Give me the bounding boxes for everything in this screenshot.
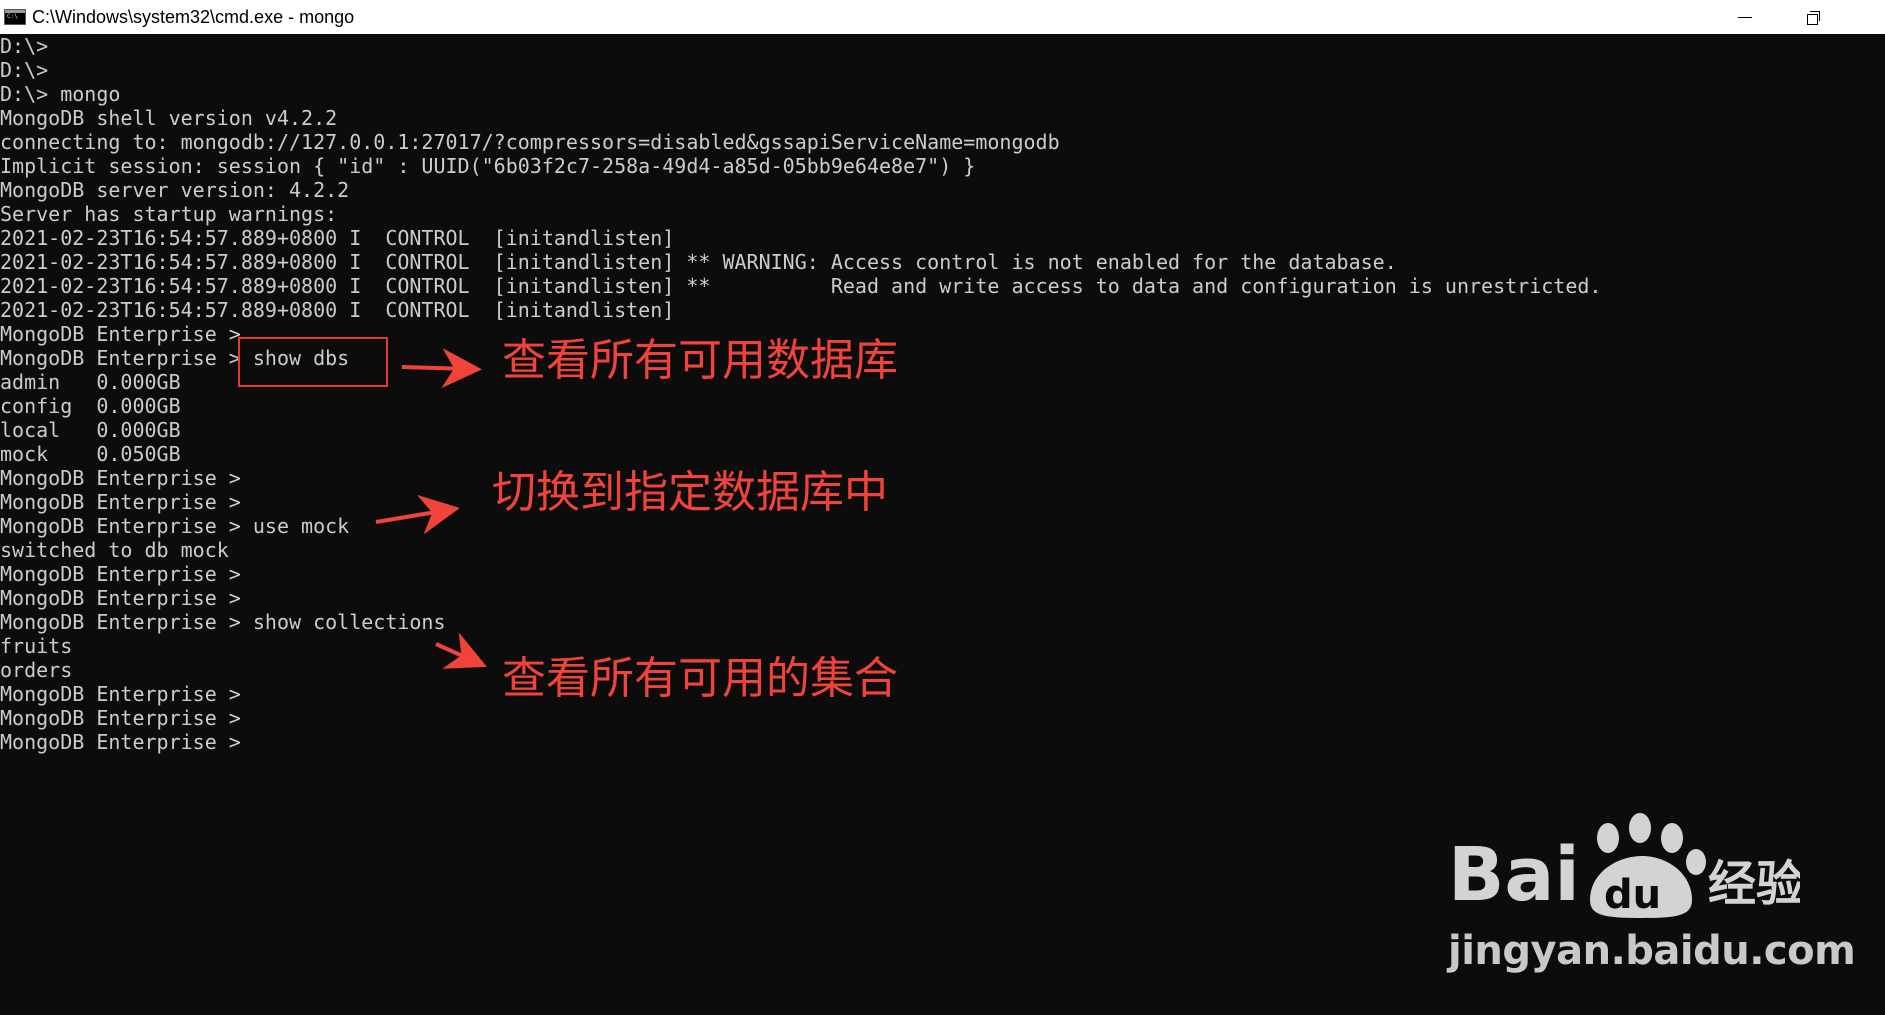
- console-line: MongoDB Enterprise >: [0, 562, 241, 586]
- title-bar[interactable]: C:\Windows\system32\cmd.exe - mongo: [0, 0, 1885, 34]
- baidu-jingyan-watermark: Bai du 经验 jingyan.baidu.com: [1440, 800, 1856, 980]
- console-line: 2021-02-23T16:54:57.889+0800 I CONTROL […: [0, 298, 675, 322]
- console-line: local 0.000GB: [0, 418, 181, 442]
- console-line: 2021-02-23T16:54:57.889+0800 I CONTROL […: [0, 226, 675, 250]
- console-line: MongoDB Enterprise >: [0, 730, 241, 754]
- show-dbs-highlight-box: [238, 337, 388, 387]
- console-line: 2021-02-23T16:54:57.889+0800 I CONTROL […: [0, 250, 1397, 274]
- logo-du: du: [1604, 872, 1661, 918]
- console-line: MongoDB Enterprise > use mock: [0, 514, 350, 538]
- annotation-show-dbs: 查看所有可用数据库: [502, 335, 898, 386]
- console-line: D:\> mongo: [0, 82, 121, 106]
- console-line: MongoDB Enterprise > show collections: [0, 610, 446, 634]
- window-title: C:\Windows\system32\cmd.exe - mongo: [32, 6, 355, 27]
- console-line: orders: [0, 658, 73, 682]
- logo-bai: Bai: [1448, 832, 1580, 918]
- cmd-window: C:\Windows\system32\cmd.exe - mongo D:\>…: [0, 0, 1885, 1015]
- restore-icon: [1806, 10, 1820, 25]
- console-line: Implicit session: session { "id" : UUID(…: [0, 154, 976, 178]
- annotation-show-collections: 查看所有可用的集合: [502, 653, 898, 704]
- console-line: MongoDB server version: 4.2.2: [0, 178, 350, 202]
- console-line: config 0.000GB: [0, 394, 181, 418]
- console-line: D:\>: [0, 58, 49, 82]
- console-line: MongoDB shell version v4.2.2: [0, 106, 338, 130]
- console-line: fruits: [0, 634, 73, 658]
- logo-jingyan-cn: 经验: [1708, 856, 1800, 912]
- restore-button[interactable]: [1779, 0, 1847, 34]
- console-line: 2021-02-23T16:54:57.889+0800 I CONTROL […: [0, 274, 1602, 298]
- baidu-paw-logo: Bai du 经验: [1448, 813, 1800, 918]
- console-line: MongoDB Enterprise >: [0, 682, 241, 706]
- console-line: mock 0.050GB: [0, 442, 181, 466]
- minimize-button[interactable]: [1711, 0, 1779, 34]
- console-line: MongoDB Enterprise >: [0, 466, 241, 490]
- console-output[interactable]: D:\> D:\> D:\> mongo MongoDB shell version …: [0, 34, 1885, 754]
- console-icon: [4, 9, 26, 25]
- minimize-icon: [1738, 16, 1752, 18]
- console-line: connecting to: mongodb://127.0.0.1:27017…: [0, 130, 1060, 154]
- console-line: MongoDB Enterprise >: [0, 490, 241, 514]
- console-line: D:\>: [0, 34, 49, 58]
- watermark-url: jingyan.baidu.com: [1448, 928, 1856, 974]
- annotation-use-db: 切换到指定数据库中: [492, 467, 888, 518]
- console-line: MongoDB Enterprise >: [0, 706, 241, 730]
- console-line: switched to db mock: [0, 538, 229, 562]
- console-line: Server has startup warnings:: [0, 202, 338, 226]
- console-line: MongoDB Enterprise >: [0, 586, 241, 610]
